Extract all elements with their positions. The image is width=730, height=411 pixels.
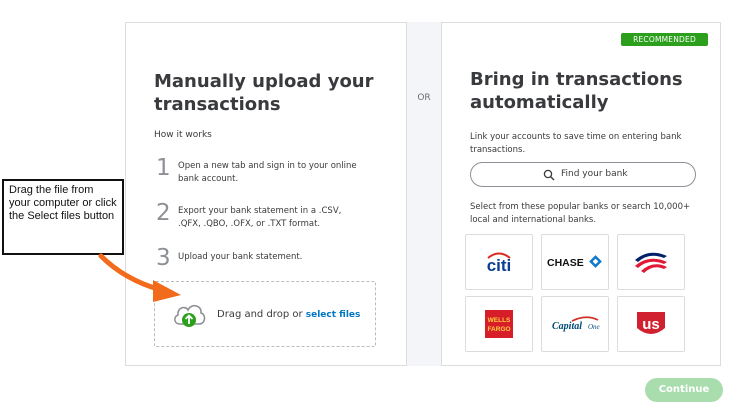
svg-text:CHASE: CHASE <box>547 257 584 269</box>
panel-divider <box>407 22 441 366</box>
chase-logo: CHASE <box>542 235 608 289</box>
bank-tile-us-bank[interactable]: us <box>617 296 685 352</box>
svg-text:FARGO: FARGO <box>487 326 510 333</box>
continue-button[interactable]: Continue <box>645 378 723 402</box>
auto-connect-title: Bring in transactions automatically <box>470 69 683 113</box>
orange-arrow-icon <box>98 253 181 302</box>
recommended-badge: RECOMMENDED <box>621 33 708 46</box>
bank-tile-chase[interactable]: CHASE <box>541 234 609 290</box>
svg-text:Capital: Capital <box>552 321 582 332</box>
drop-zone-label: Drag and drop or <box>217 309 306 320</box>
svg-text:us: us <box>642 316 660 333</box>
step-1-text: Open a new tab and sign in to your onlin… <box>178 161 357 184</box>
step-2-text: Export your bank statement in a .CSV, .Q… <box>178 206 342 229</box>
svg-text:One: One <box>588 323 600 331</box>
bank-tile-citi[interactable]: citi <box>465 234 533 290</box>
bank-tile-bank-of-america[interactable] <box>617 234 685 290</box>
us-bank-logo: us <box>618 297 684 351</box>
instruction-callout: Drag the file from your computer or clic… <box>2 179 124 255</box>
bank-tile-capital-one[interactable]: Capital One <box>541 296 609 352</box>
drop-zone-text: Drag and drop or select files <box>217 309 360 320</box>
step-3-text: Upload your bank statement. <box>178 252 303 262</box>
select-files-link[interactable]: select files <box>306 310 361 320</box>
or-label: OR <box>417 93 431 103</box>
bank-of-america-logo <box>618 235 684 289</box>
manual-upload-title: Manually upload your transactions <box>154 71 374 115</box>
auto-connect-panel: RECOMMENDED Bring in transactions automa… <box>441 22 721 366</box>
file-drop-zone[interactable]: Drag and drop or select files <box>154 281 376 347</box>
how-it-works-heading: How it works <box>154 130 212 140</box>
popular-banks-description: Select from these popular banks or searc… <box>470 202 691 225</box>
svg-text:citi: citi <box>487 256 512 274</box>
citi-logo: citi <box>466 235 532 289</box>
wells-fargo-logo: WELLS FARGO <box>466 297 532 351</box>
link-accounts-description: Link your accounts to save time on enter… <box>470 132 682 155</box>
svg-text:WELLS: WELLS <box>488 317 511 324</box>
find-your-bank-label: Find your bank <box>561 169 628 179</box>
search-icon <box>543 169 555 181</box>
find-your-bank-button[interactable]: Find your bank <box>470 162 696 187</box>
bank-tile-wells-fargo[interactable]: WELLS FARGO <box>465 296 533 352</box>
step-1-number: 1 <box>156 155 171 181</box>
manual-upload-panel: Manually upload your transactions How it… <box>125 22 407 366</box>
step-2-number: 2 <box>156 200 171 226</box>
capital-one-logo: Capital One <box>542 297 608 351</box>
